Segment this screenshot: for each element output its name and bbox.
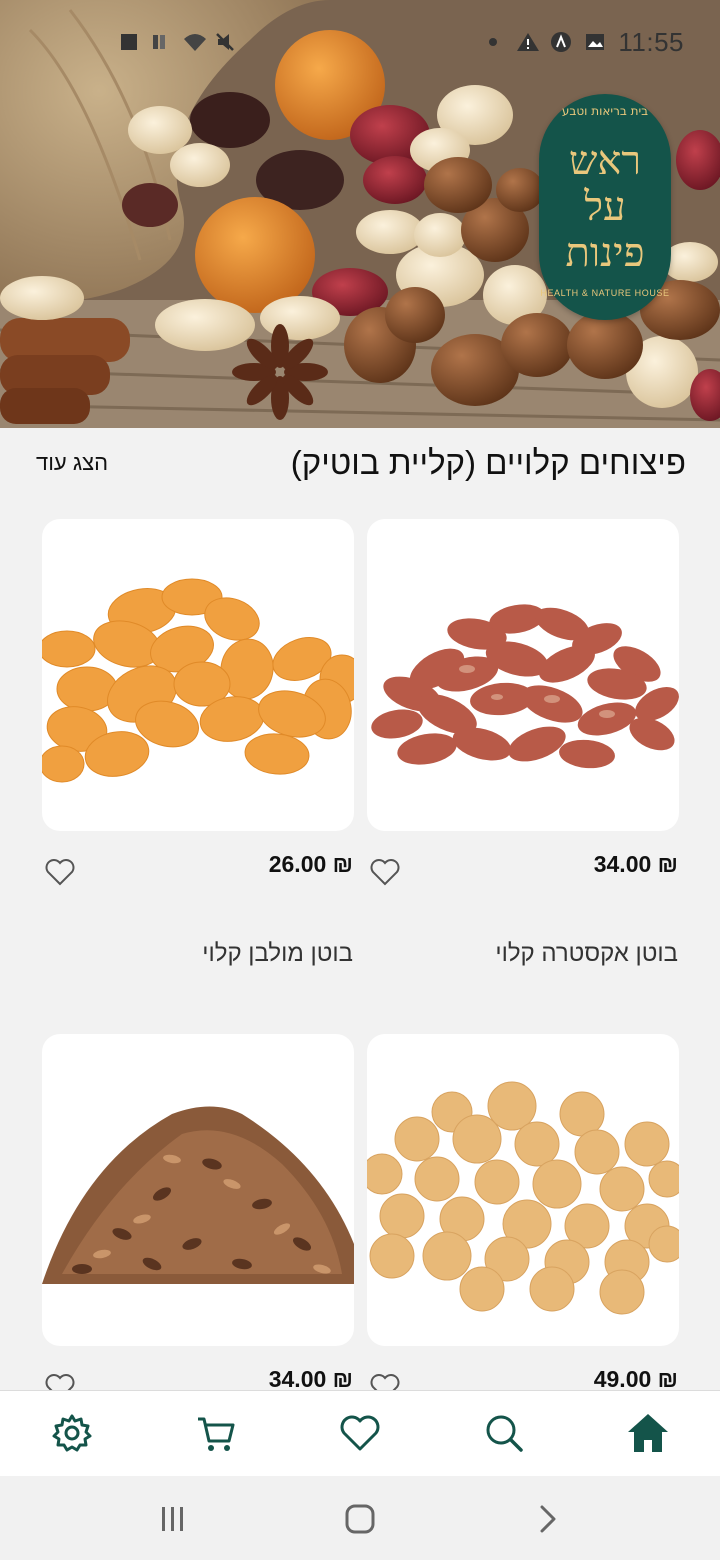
wifi-icon [182, 31, 206, 53]
status-bar: 11:55 [0, 0, 720, 84]
bottom-navigation [0, 1390, 720, 1476]
back-chevron-icon[interactable] [531, 1502, 565, 1536]
home-button-icon[interactable] [343, 1502, 377, 1536]
show-more-link[interactable]: הצג עוד [36, 450, 108, 476]
logo-mark-line3: פינות [565, 230, 645, 276]
product-price: 34.00 ₪ [593, 851, 678, 877]
app-icon [550, 31, 572, 53]
search-icon [486, 1415, 523, 1452]
product-image-roasted-seeds[interactable] [42, 1034, 354, 1346]
nav-settings[interactable] [50, 1411, 94, 1455]
product-name[interactable]: בוטן אקסטרה קלוי [495, 940, 678, 968]
hero-banner: 11:55 בית בריאות וטבע ראש על פינות HEALT… [0, 0, 720, 428]
sim-icon [150, 31, 172, 53]
logo-mark-line2: על [584, 184, 626, 230]
product-price: 49.00 ₪ [593, 1366, 678, 1392]
favorite-heart-icon[interactable] [44, 857, 76, 887]
square-notification-icon [118, 31, 140, 53]
dot-icon [482, 31, 504, 53]
home-icon [628, 1414, 668, 1452]
product-image-red-skin-peanuts[interactable] [367, 519, 679, 831]
logo-top-text: בית בריאות וטבע [561, 104, 649, 118]
nav-search[interactable] [482, 1411, 526, 1455]
section-title: פיצוחים קלויים (קליית בוטיק) [290, 444, 686, 481]
product-image-blanched-peanuts[interactable] [42, 519, 354, 831]
status-time: 11:55 [618, 26, 684, 57]
cart-icon [198, 1417, 235, 1451]
product-image-coated-peanuts[interactable] [367, 1034, 679, 1346]
logo-bottom-text: HEALTH & NATURE HOUSE [540, 288, 670, 298]
recent-apps-icon[interactable] [156, 1502, 190, 1536]
nav-cart[interactable] [194, 1411, 238, 1455]
section-header: פיצוחים קלויים (קליית בוטיק) הצג עוד [0, 430, 720, 500]
system-navigation-bar [0, 1476, 720, 1560]
gear-icon [52, 1414, 92, 1452]
nav-home[interactable] [626, 1411, 670, 1455]
heart-icon [340, 1415, 380, 1451]
product-name[interactable]: בוטן מולבן קלוי [202, 940, 353, 968]
image-icon [584, 31, 606, 53]
favorite-heart-icon[interactable] [369, 857, 401, 887]
mute-icon [214, 31, 236, 53]
alert-icon [516, 31, 540, 53]
nav-favorites[interactable] [338, 1411, 382, 1455]
product-price: 26.00 ₪ [268, 851, 353, 877]
product-price: 34.00 ₪ [268, 1366, 353, 1392]
brand-logo: בית בריאות וטבע ראש על פינות HEALTH & NA… [539, 94, 671, 320]
logo-mark-line1: ראש [569, 138, 641, 184]
